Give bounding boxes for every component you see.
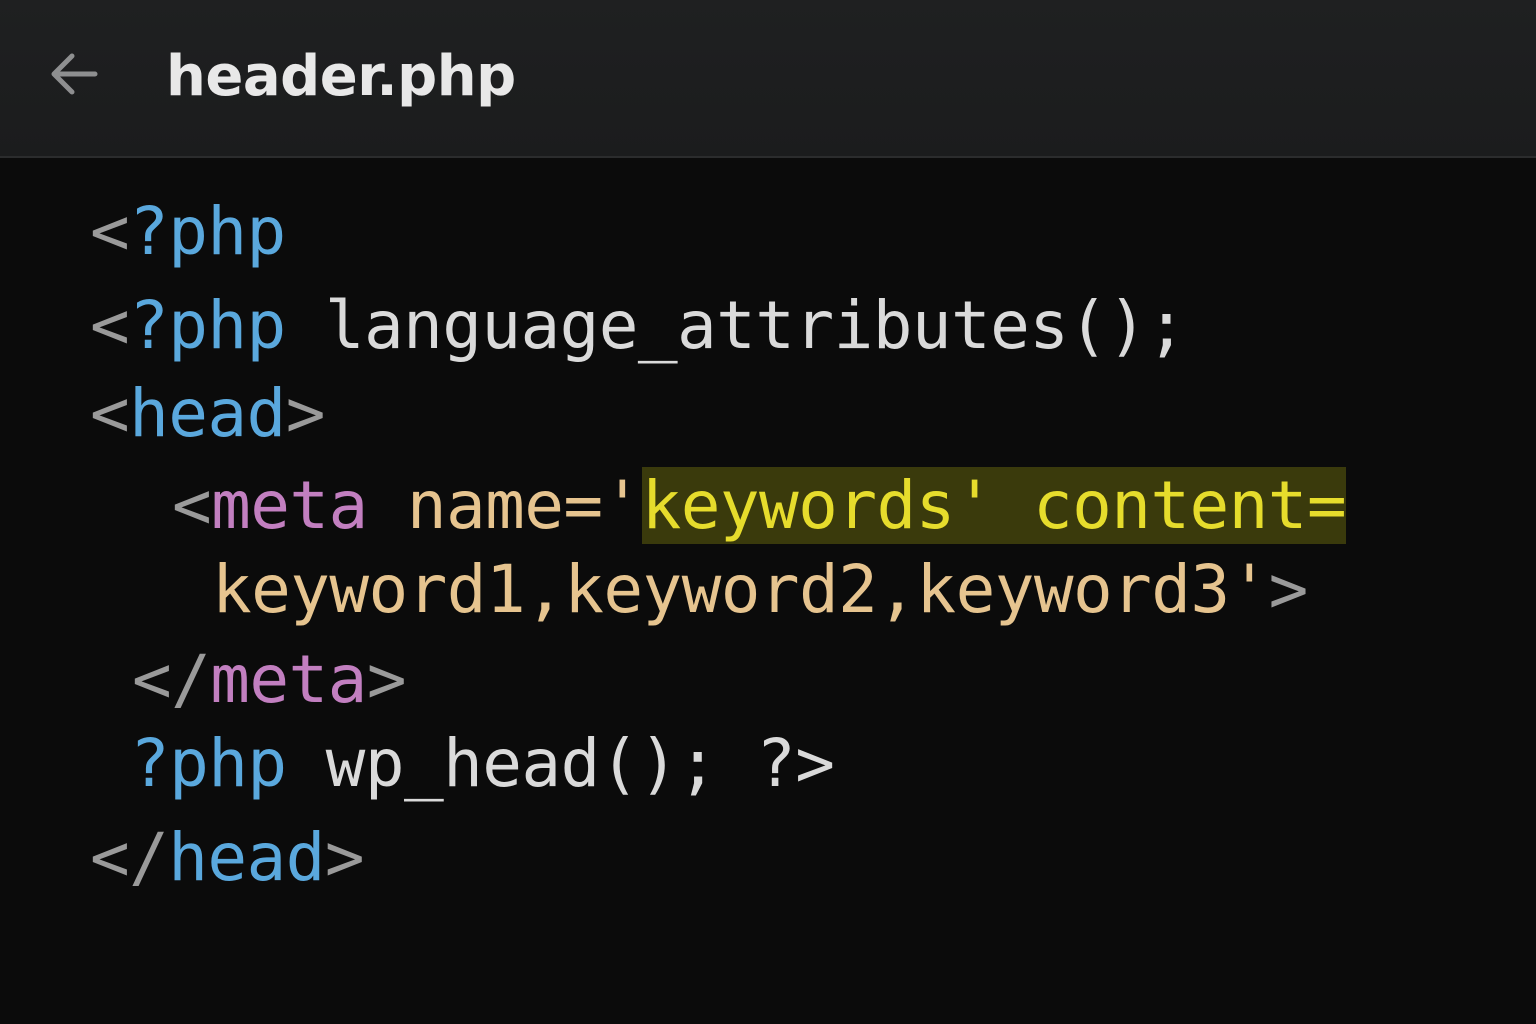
code-line-1: <?php: [90, 192, 286, 272]
code-token: >: [1268, 551, 1309, 628]
code-token: head: [129, 375, 286, 452]
code-line-4: <meta name='keywords' content=: [172, 466, 1347, 546]
code-token: <: [172, 467, 212, 544]
code-token: keyword1,keyword2,keyword3': [212, 551, 1269, 628]
title-bar: header.php: [0, 0, 1536, 158]
code-line-2: <?php language_attributes();: [90, 286, 1186, 366]
code-token: </: [90, 819, 169, 896]
code-line-7: ?php wp_head(); ?>: [130, 724, 835, 804]
code-token: language_attributes();: [285, 287, 1187, 364]
code-token: >: [324, 819, 365, 896]
code-line-3: <head>: [90, 374, 325, 454]
code-token: meta: [210, 641, 367, 718]
file-title: header.php: [166, 44, 516, 109]
back-button[interactable]: [40, 40, 108, 108]
code-token: ?php: [130, 725, 287, 802]
code-token: ?php: [129, 193, 286, 270]
code-line-5: keyword1,keyword2,keyword3'>: [212, 550, 1308, 630]
code-token: ?php: [129, 287, 286, 364]
code-token: head: [168, 819, 325, 896]
code-token: >: [285, 375, 326, 452]
arrow-left-icon: [51, 53, 98, 95]
code-token: <: [90, 193, 130, 270]
code-token: <: [90, 287, 130, 364]
code-token: </: [132, 641, 211, 718]
code-token: <: [90, 375, 130, 452]
code-line-8: </head>: [90, 818, 365, 898]
code-token: meta: [211, 467, 368, 544]
code-token: name=': [367, 467, 642, 544]
code-token: >: [366, 641, 407, 718]
code-token: wp_head(); ?>: [286, 725, 835, 802]
code-token: keywords' content=: [641, 467, 1347, 544]
code-line-6: </meta>: [132, 640, 407, 720]
code-editor[interactable]: <?php <?php language_attributes(); <head…: [0, 158, 1536, 1024]
